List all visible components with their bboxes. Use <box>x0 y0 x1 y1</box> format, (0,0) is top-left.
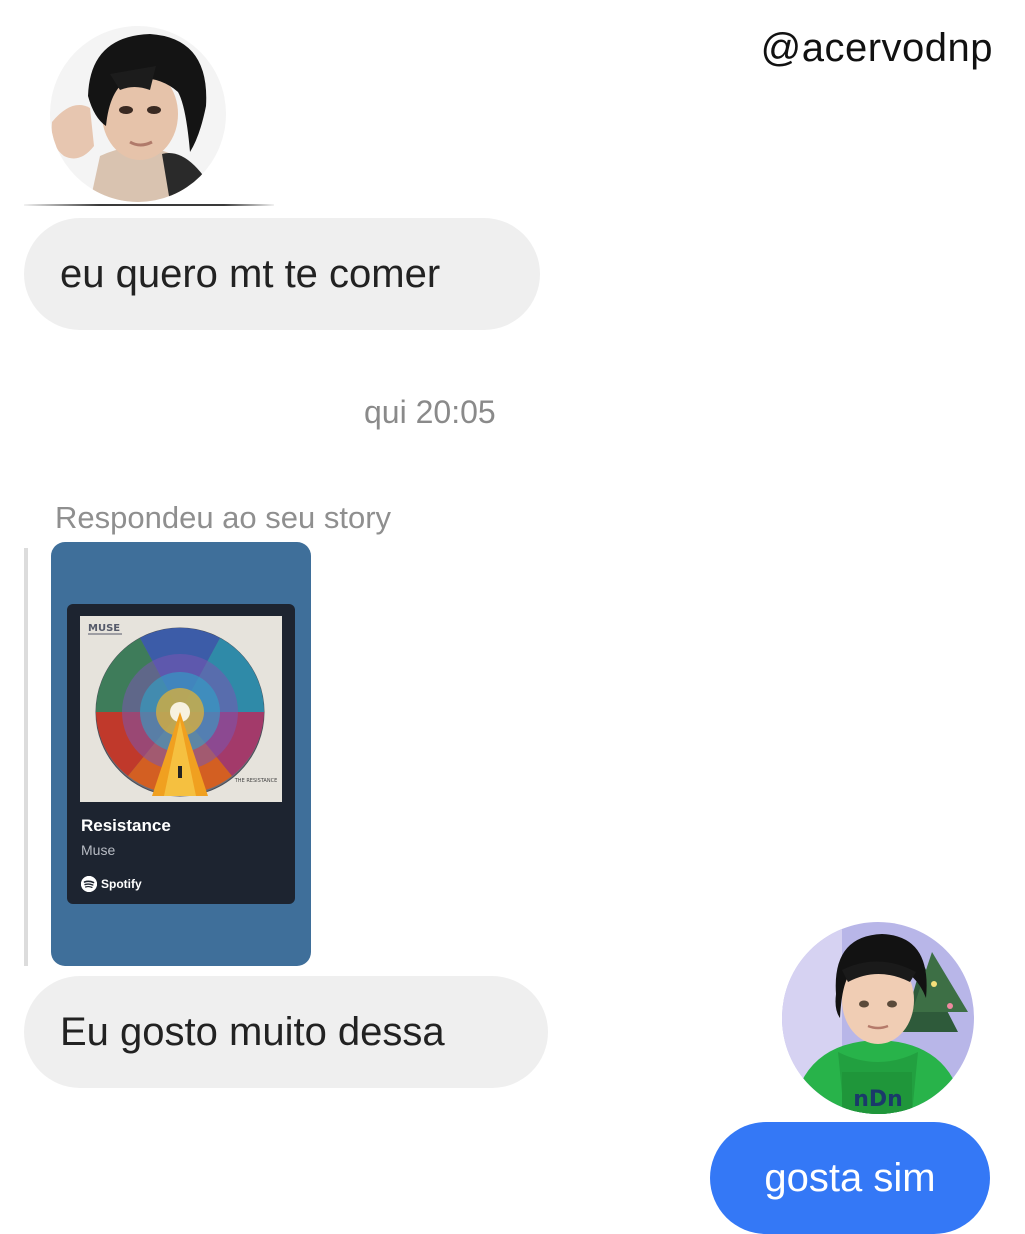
receiver-avatar[interactable]: nDn <box>782 922 974 1114</box>
watermark-handle: @acervodnp <box>760 26 993 70</box>
story-preview-card[interactable]: MUSE THE RESISTANCE Resistance Muse Spot… <box>51 542 311 966</box>
track-artist: Muse <box>81 842 116 858</box>
track-title: Resistance <box>81 816 171 835</box>
spotify-icon <box>81 876 97 892</box>
story-reply-label: Respondeu ao seu story <box>55 500 392 535</box>
message-text: Eu gosto muito dessa <box>60 1009 445 1054</box>
album-cover: MUSE THE RESISTANCE <box>80 616 282 802</box>
incoming-message-bubble[interactable]: eu quero mt te comer <box>24 218 540 330</box>
svg-text:nDn: nDn <box>853 1087 903 1112</box>
divider-line <box>24 204 274 206</box>
message-timestamp: qui 20:05 <box>364 394 496 430</box>
spotify-label: Spotify <box>101 877 142 891</box>
message-text: eu quero mt te comer <box>60 251 441 296</box>
spotify-brand: Spotify <box>81 876 142 892</box>
sender-avatar-photo <box>50 26 226 202</box>
album-cover-art: MUSE THE RESISTANCE <box>80 616 282 802</box>
outgoing-message-bubble[interactable]: gosta sim <box>710 1122 990 1234</box>
receiver-avatar-photo: nDn <box>782 922 974 1114</box>
message-text: gosta sim <box>764 1156 936 1200</box>
album-band-text: MUSE <box>88 623 120 634</box>
album-corner-text: THE RESISTANCE <box>234 778 278 784</box>
incoming-message-bubble[interactable]: Eu gosto muito dessa <box>24 976 548 1088</box>
reply-indicator-bar <box>24 548 28 966</box>
spotify-track-card: MUSE THE RESISTANCE Resistance Muse Spot… <box>67 604 295 904</box>
sender-avatar[interactable] <box>50 26 226 202</box>
